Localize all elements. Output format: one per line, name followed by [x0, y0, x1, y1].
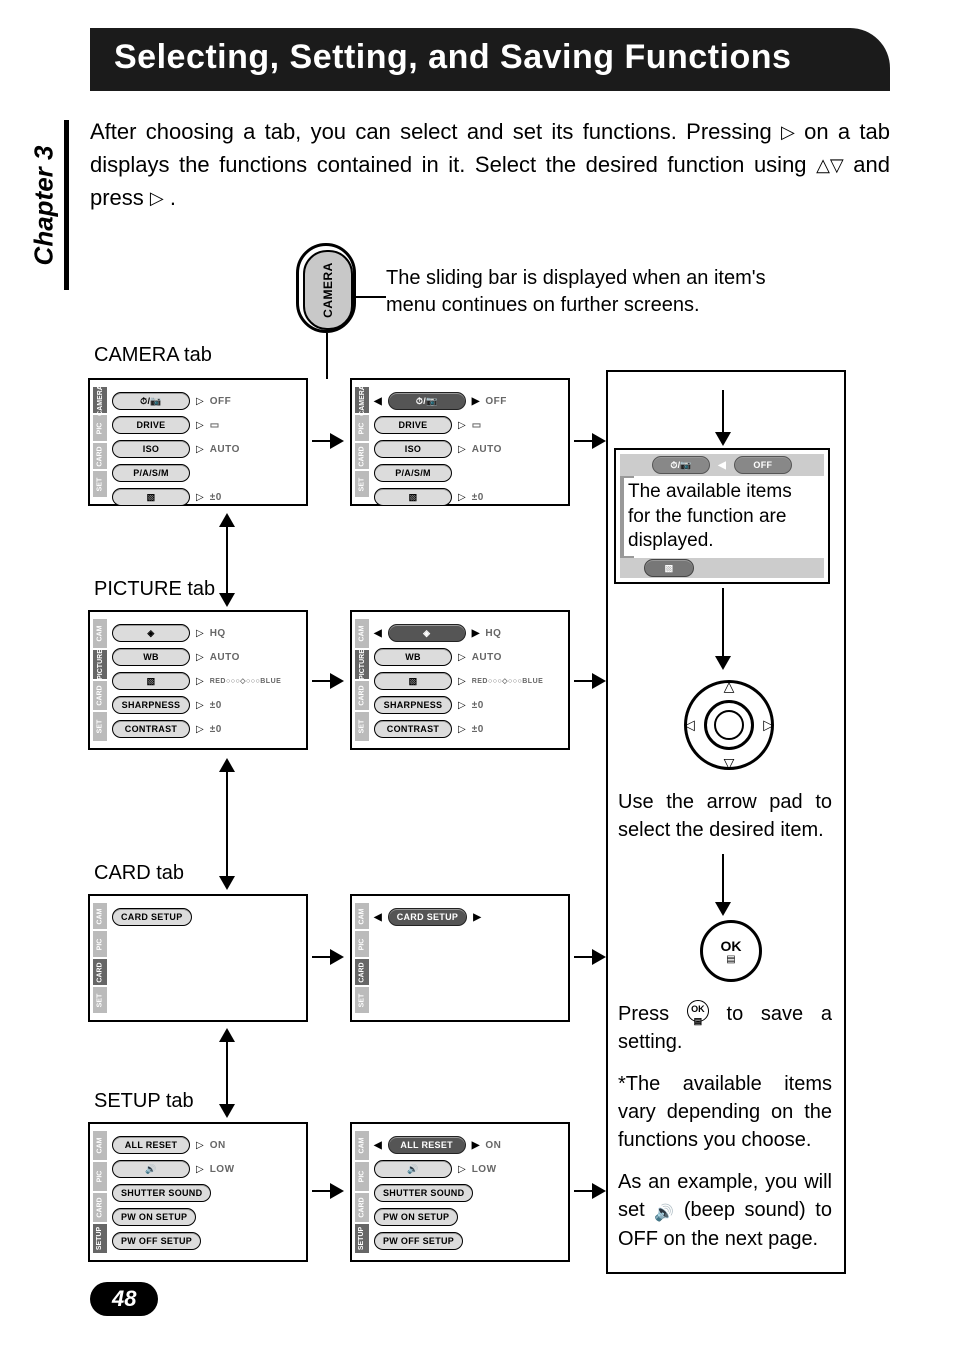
updown-arrow-icon: [226, 1030, 228, 1116]
picture-panel-2: CAM PICTURE CARD SET ◀◈▶HQ WB▷AUTO ▧▷RED…: [350, 610, 570, 750]
setup-tab-label: SETUP tab: [94, 1090, 194, 1113]
arrow-icon: [574, 440, 604, 442]
arrow-icon: [312, 440, 342, 442]
zoom-note: The sliding bar is displayed when an ite…: [386, 265, 766, 319]
arrow-icon: [574, 680, 604, 682]
speaker-icon: 🔊: [654, 1203, 674, 1225]
camera-panel-1: CAMERA PIC CARD SET ⏱/📷▷OFF DRIVE▷▭ ISO▷…: [88, 378, 308, 506]
arrow-icon: [312, 956, 342, 958]
press-ok-text: Press OK▤ to save a setting.: [618, 1000, 832, 1056]
arrow-icon: [574, 956, 604, 958]
down-arrow-icon: ▽: [830, 152, 844, 179]
card-tab-label: CARD tab: [94, 862, 184, 885]
page-title-bar: Selecting, Setting, and Saving Functions: [90, 28, 890, 91]
page-title: Selecting, Setting, and Saving Functions: [114, 38, 866, 77]
down-arrow-icon: [722, 854, 724, 914]
camera-tab-label: CAMERA tab: [94, 344, 212, 367]
right-arrow-icon: ▷: [150, 185, 164, 212]
ok-button-icon: OK ▤: [700, 920, 762, 982]
page-number: 48: [90, 1282, 158, 1316]
camera-tab-zoom: CAMERA: [296, 243, 356, 333]
example-note: As an example, you will set 🔊 (beep soun…: [618, 1168, 832, 1253]
setup-panel-2: CAM PIC CARD SETUP ◀ALL RESET▶ON 🔊▷LOW S…: [350, 1122, 570, 1262]
picture-tab-label: PICTURE tab: [94, 578, 215, 601]
vary-note: *The available items vary depending on t…: [618, 1070, 832, 1154]
arrow-icon: [312, 1190, 342, 1192]
card-panel-2: CAM PIC CARD SET ◀CARD SETUP▶: [350, 894, 570, 1022]
arrow-icon: [312, 680, 342, 682]
chapter-label: Chapter 3: [29, 145, 60, 265]
picture-panel-1: CAM PICTURE CARD SET ◈▷HQ WB▷AUTO ▧▷RED○…: [88, 610, 308, 750]
detail-panel: SET ⏱/📷 ◀ OFF The available items for th…: [614, 448, 830, 584]
setup-panel-1: CAM PIC CARD SETUP ALL RESET▷ON 🔊▷LOW SH…: [88, 1122, 308, 1262]
intro-paragraph: After choosing a tab, you can select and…: [90, 115, 890, 214]
available-items-note: The available items for the function are…: [624, 478, 820, 556]
arrow-pad-icon: △▽◁▷: [684, 680, 774, 770]
arrow-icon: [574, 1190, 604, 1192]
camera-panel-2: CAMERA PIC CARD SET ◀⏱/📷▶OFF DRIVE▷▭ ISO…: [350, 378, 570, 506]
card-panel-1: CAM PIC CARD SET CARD SETUP: [88, 894, 308, 1022]
arrowpad-text: Use the arrow pad to select the desired …: [618, 788, 832, 844]
down-arrow-icon: [722, 390, 724, 444]
updown-arrow-icon: [226, 515, 228, 605]
up-arrow-icon: △: [816, 152, 830, 179]
down-arrow-icon: [722, 588, 724, 668]
updown-arrow-icon: [226, 760, 228, 888]
right-arrow-icon: ▷: [781, 119, 795, 146]
chapter-tab: Chapter 3: [24, 120, 69, 290]
ok-inline-icon: OK▤: [687, 1000, 709, 1022]
